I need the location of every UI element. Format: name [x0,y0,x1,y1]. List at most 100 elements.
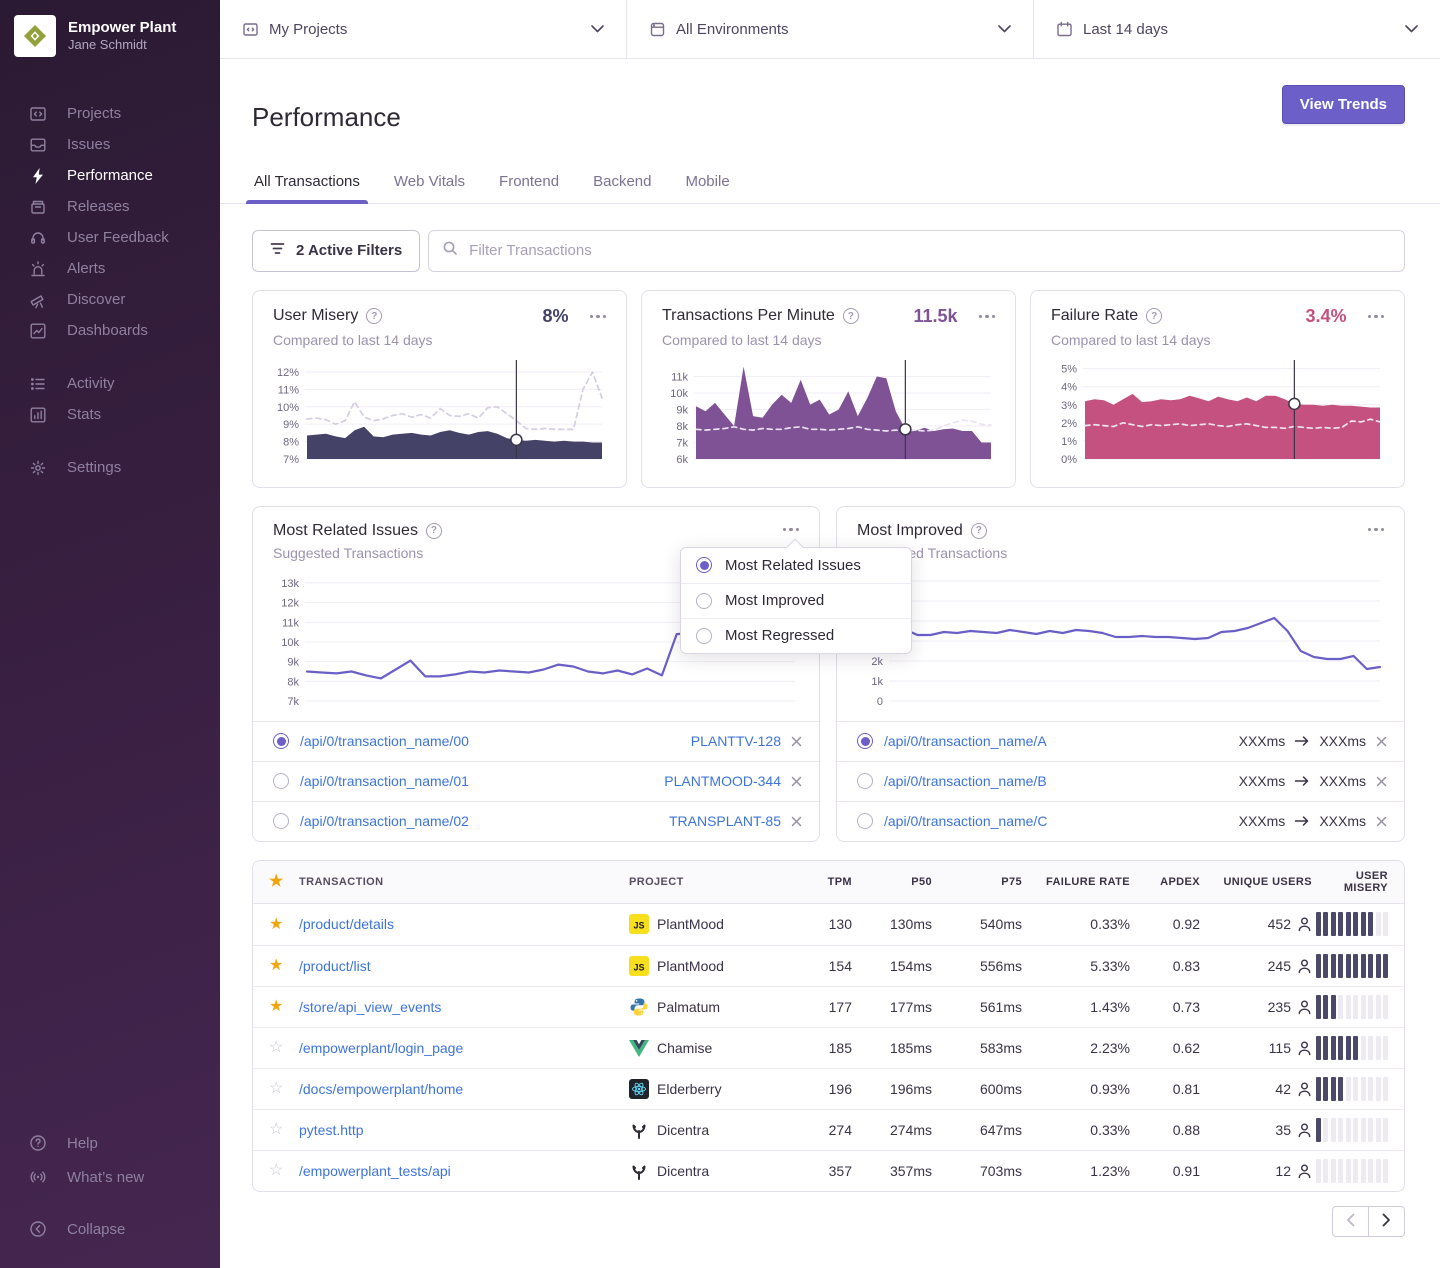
apdex-value: 0.91 [1130,1163,1200,1179]
dropdown-option-most-improved[interactable]: Most Improved [681,583,911,618]
col-project[interactable]: PROJECT [629,876,784,888]
org-switcher[interactable]: Empower Plant Jane Schmidt [0,0,220,72]
transaction-link[interactable]: /product/list [299,958,629,974]
tpm-chart[interactable]: 11k10k9k8k7k6k [662,357,995,475]
col-failure-rate[interactable]: FAILURE RATE [1022,876,1130,888]
sidebar-item-what-s-new[interactable]: What’s new [28,1160,220,1194]
project-cell[interactable]: Palmatum [629,997,784,1017]
radio-icon[interactable] [273,773,289,789]
search-input[interactable] [467,241,1391,260]
star-outline-icon[interactable]: ☆ [269,1039,283,1056]
previous-page-button[interactable] [1332,1206,1369,1237]
transaction-link[interactable]: /api/0/transaction_name/02 [300,813,469,829]
col-transaction[interactable]: TRANSACTION [299,876,629,888]
sidebar-item-issues[interactable]: Issues [28,129,220,160]
project-cell[interactable]: JSPlantMood [629,914,784,934]
issue-link[interactable]: TRANSPLANT-85 [669,813,781,829]
transaction-link[interactable]: /api/0/transaction_name/B [884,773,1047,789]
sidebar-item-dashboards[interactable]: Dashboards [28,315,220,346]
active-filters-button[interactable]: 2 Active Filters [252,230,420,272]
sidebar-item-releases[interactable]: Releases [28,191,220,222]
transaction-link[interactable]: /docs/empowerplant/home [299,1081,629,1097]
filter-icon [270,242,285,259]
col-tpm[interactable]: TPM [784,876,852,888]
project-selector[interactable]: My Projects [220,0,627,58]
transaction-link[interactable]: /empowerplant_tests/api [299,1163,629,1179]
col-p50[interactable]: P50 [852,876,932,888]
col-p75[interactable]: P75 [932,876,1022,888]
user-misery-chart[interactable]: 12%11%10%9%8%7% [273,357,606,475]
radio-icon[interactable] [857,813,873,829]
project-cell[interactable]: Chamise [629,1039,784,1057]
help-icon[interactable]: ? [1146,308,1162,324]
project-cell[interactable]: Dicentra [629,1161,784,1181]
star-filled-icon[interactable]: ★ [269,916,283,933]
dropdown-option-most-related-issues[interactable]: Most Related Issues [681,548,911,583]
tab-backend[interactable]: Backend [591,173,653,203]
transaction-link[interactable]: /product/details [299,916,629,932]
ellipsis-menu-icon[interactable] [1368,528,1385,532]
next-page-button[interactable] [1368,1206,1405,1237]
dropdown-option-most-regressed[interactable]: Most Regressed [681,618,911,653]
radio-icon[interactable] [857,773,873,789]
sidebar-item-performance[interactable]: Performance [28,160,220,191]
sidebar-item-projects[interactable]: Projects [28,98,220,129]
transaction-link[interactable]: pytest.http [299,1122,629,1138]
help-icon[interactable]: ? [426,523,442,539]
close-icon[interactable] [790,815,803,828]
sidebar-item-settings[interactable]: Settings [28,452,220,483]
close-icon[interactable] [1375,775,1388,788]
sidebar-item-discover[interactable]: Discover [28,284,220,315]
view-trends-button[interactable]: View Trends [1282,85,1405,124]
close-icon[interactable] [1375,815,1388,828]
ellipsis-menu-icon[interactable] [979,315,996,319]
date-range-selector[interactable]: Last 14 days [1034,0,1440,58]
star-outline-icon[interactable]: ☆ [269,1121,283,1138]
sidebar-item-user-feedback[interactable]: User Feedback [28,222,220,253]
radio-icon[interactable] [857,733,873,749]
most-improved-chart[interactable]: 6k5k4k3k2k1k0 [857,567,1384,717]
star-outline-icon[interactable]: ☆ [269,1080,283,1097]
sidebar-item-alerts[interactable]: Alerts [28,253,220,284]
col-user-misery[interactable]: USER MISERY [1312,870,1388,894]
help-icon[interactable]: ? [971,523,987,539]
star-filled-icon[interactable]: ★ [269,998,283,1015]
issue-link[interactable]: PLANTTV-128 [691,733,781,749]
star-outline-icon[interactable]: ☆ [269,1162,283,1179]
transaction-link[interactable]: /api/0/transaction_name/C [884,813,1047,829]
help-icon[interactable]: ? [366,308,382,324]
col-apdex[interactable]: APDEX [1130,876,1200,888]
sidebar-item-collapse[interactable]: Collapse [28,1212,220,1246]
issue-link[interactable]: PLANTMOOD-344 [664,773,781,789]
col-unique-users[interactable]: UNIQUE USERS [1200,876,1312,888]
project-cell[interactable]: Dicentra [629,1120,784,1140]
transaction-link[interactable]: /api/0/transaction_name/00 [300,733,469,749]
environment-selector[interactable]: All Environments [627,0,1034,58]
tab-frontend[interactable]: Frontend [497,173,561,203]
radio-icon[interactable] [273,813,289,829]
close-icon[interactable] [1375,735,1388,748]
project-cell[interactable]: Elderberry [629,1079,784,1099]
ellipsis-menu-icon[interactable] [783,528,800,532]
close-icon[interactable] [790,735,803,748]
help-icon[interactable]: ? [843,308,859,324]
dashboards-icon [28,321,47,340]
star-filled-icon[interactable]: ★ [269,957,283,974]
tab-mobile[interactable]: Mobile [683,173,731,203]
ellipsis-menu-icon[interactable] [1368,315,1385,319]
tab-all-transactions[interactable]: All Transactions [252,173,362,203]
transaction-link[interactable]: /api/0/transaction_name/01 [300,773,469,789]
sidebar-nav-main: ProjectsIssuesPerformanceReleasesUser Fe… [0,98,220,346]
radio-icon[interactable] [273,733,289,749]
sidebar-item-stats[interactable]: Stats [28,399,220,430]
close-icon[interactable] [790,775,803,788]
transaction-link[interactable]: /api/0/transaction_name/A [884,733,1047,749]
failure-rate-chart[interactable]: 5%4%3%2%1%0% [1051,357,1384,475]
sidebar-item-help[interactable]: Help [28,1126,220,1160]
project-cell[interactable]: JSPlantMood [629,956,784,976]
transaction-link[interactable]: /empowerplant/login_page [299,1040,629,1056]
tab-web-vitals[interactable]: Web Vitals [392,173,467,203]
sidebar-item-activity[interactable]: Activity [28,368,220,399]
transaction-link[interactable]: /store/api_view_events [299,999,629,1015]
ellipsis-menu-icon[interactable] [590,315,607,319]
